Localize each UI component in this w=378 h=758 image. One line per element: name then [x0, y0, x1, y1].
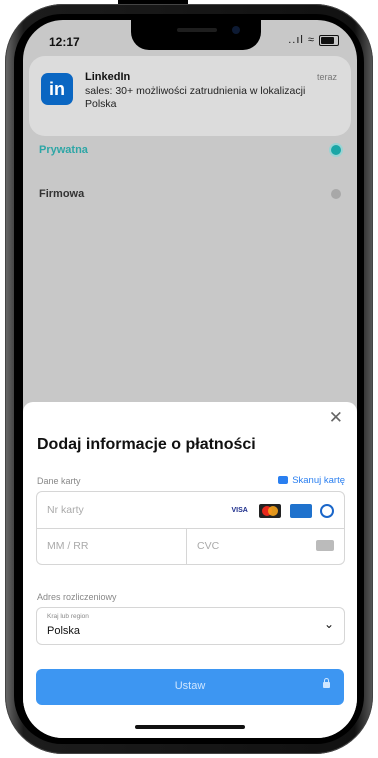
home-indicator[interactable]: [135, 725, 245, 729]
lock-icon: [323, 678, 330, 688]
card-section-label: Dane karty: [37, 476, 81, 486]
submit-button[interactable]: Ustaw: [36, 669, 344, 705]
submit-label: Ustaw: [174, 680, 206, 692]
option-private-label[interactable]: Prywatna: [39, 144, 88, 156]
notification-time: teraz: [316, 72, 337, 82]
notification-message: sales: 30+ możliwości zatrudnienia w lok…: [85, 85, 306, 110]
option-business-radio[interactable]: [331, 189, 341, 199]
phone-screen: 12:17 ..ıl ≈ in LinkedIn teraz sales: 30…: [23, 20, 357, 738]
status-icons: ..ıl ≈: [288, 34, 339, 46]
linkedin-app-icon: in: [41, 73, 73, 105]
scan-card-label: Skanuj kartę: [292, 475, 345, 486]
option-private-radio[interactable]: [331, 145, 341, 155]
close-icon[interactable]: ✕: [329, 408, 343, 428]
diners-icon: [320, 503, 334, 518]
sheet-title: Dodaj informacje o płatności: [37, 436, 256, 453]
expiry-field[interactable]: MM / RR: [47, 540, 88, 552]
card-details-box: Nr karty VISA MM / RR CVC: [36, 491, 345, 565]
notification-banner[interactable]: in LinkedIn teraz sales: 30+ możliwości …: [29, 56, 351, 136]
cvc-card-icon: [316, 540, 334, 551]
scan-card-button[interactable]: Skanuj kartę: [278, 475, 345, 486]
mastercard-icon: [259, 503, 282, 518]
notch: [131, 20, 261, 50]
field-divider: [186, 528, 187, 564]
camera-icon: [278, 476, 289, 485]
billing-address-label: Adres rozliczeniowy: [37, 592, 117, 602]
card-brands: VISA: [225, 502, 334, 518]
status-time: 12:17: [49, 35, 80, 49]
visa-icon: VISA: [231, 506, 248, 514]
region-caption: Kraj lub region: [47, 613, 89, 620]
amex-icon: [289, 503, 312, 518]
cvc-field[interactable]: CVC: [197, 540, 219, 552]
front-camera: [232, 26, 240, 34]
country-region-select[interactable]: Kraj lub region Polska ⌄: [36, 607, 345, 645]
battery-icon: [319, 34, 339, 46]
payment-sheet: ✕ Dodaj informacje o płatności Dane kart…: [23, 402, 357, 738]
notification-app-name: LinkedIn: [85, 71, 131, 83]
card-number-placeholder: Nr karty: [47, 504, 84, 516]
chevron-down-icon: ⌄: [323, 617, 334, 631]
card-number-field[interactable]: Nr karty VISA: [37, 492, 344, 529]
speaker: [177, 28, 217, 32]
option-business-label[interactable]: Firmowa: [39, 188, 84, 200]
signal-wifi-icon: ..ıl ≈: [288, 34, 315, 46]
region-value: Polska: [47, 625, 81, 637]
